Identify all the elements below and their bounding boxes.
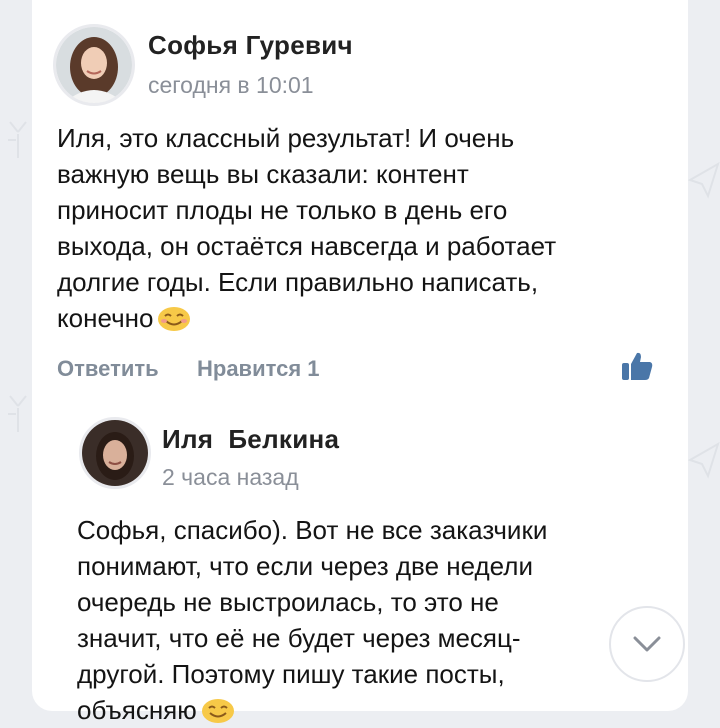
avatar-ilya-image <box>82 420 148 486</box>
comment-text-line-last: конечно <box>57 300 627 336</box>
comment-text: Иля, это классный результат! И очень важ… <box>57 120 627 336</box>
reply-text-line: значит, что её не будет через месяц- <box>77 623 521 653</box>
smiling-face-icon <box>158 307 191 331</box>
reply-text-line-last: объясняю <box>77 692 647 728</box>
reply-timestamp: 2 часа назад <box>162 464 299 490</box>
reply-text-line: Софья, спасибо). Вот не все заказчики <box>77 515 548 545</box>
scroll-down-button[interactable] <box>609 606 685 682</box>
comment-text-line: Иля, это классный результат! И очень <box>57 123 515 153</box>
chevron-down-icon <box>633 636 661 652</box>
background-doodle-plane-icon-2 <box>688 441 720 479</box>
reply-text-line: другой. Поэтому пишу такие посты, <box>77 659 505 689</box>
avatar-sofia[interactable] <box>53 24 135 106</box>
comment-text-last-words: конечно <box>57 303 154 333</box>
comment-author-name[interactable]: Софья Гуревич <box>148 30 353 61</box>
avatar-ilya[interactable] <box>79 417 151 489</box>
reply-button[interactable]: Ответить <box>57 356 159 382</box>
reply-text: Софья, спасибо). Вот не все заказчики по… <box>77 512 647 728</box>
avatar-sofia-image <box>56 27 132 103</box>
background-doodle-bulb-icon-2 <box>8 395 27 432</box>
reply-author-name[interactable]: Иля Белкина <box>162 424 339 455</box>
comment-timestamp: сегодня в 10:01 <box>148 72 314 98</box>
smiling-face-icon <box>201 699 234 723</box>
reply-text-line: понимают, что если через две недели <box>77 551 533 581</box>
comment-text-line: приносит плоды не только в день его <box>57 195 508 225</box>
comment-card: Софья Гуревич сегодня в 10:01 Иля, это к… <box>32 0 688 725</box>
comment-text-line: важную вещь вы сказали: контент <box>57 159 469 189</box>
reply-text-last-words: объясняю <box>77 695 197 725</box>
comment-text-line: долгие годы. Если правильно написать, <box>57 267 539 297</box>
comment-text-line: выхода, он остаётся навсегда и работает <box>57 231 557 261</box>
reply-text-line: очередь не выстроилась, то это не <box>77 587 499 617</box>
background-doodle-bulb-icon <box>8 121 27 158</box>
background-doodle-plane-icon <box>688 161 720 199</box>
likes-count-button[interactable]: Нравится 1 <box>197 356 320 382</box>
thumbs-up-icon[interactable] <box>620 350 654 382</box>
